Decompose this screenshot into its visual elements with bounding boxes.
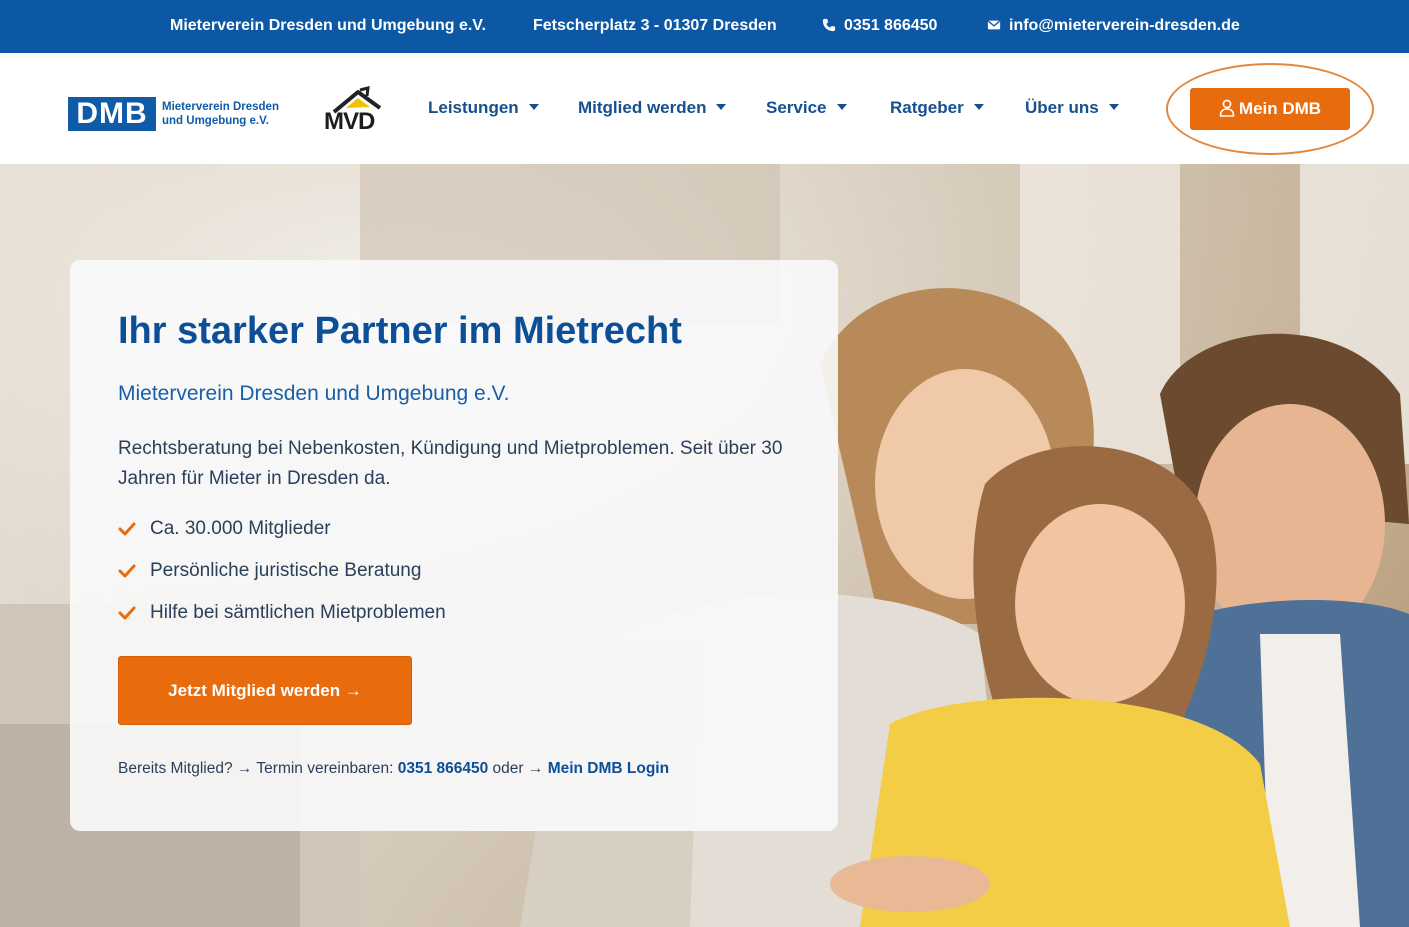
email-link[interactable]: info@mieterverein-dresden.de	[987, 17, 1240, 35]
user-icon	[1219, 99, 1235, 117]
envelope-icon	[987, 20, 1001, 30]
mvd-logo-text: MVD	[324, 108, 375, 135]
nav-ratgeber[interactable]: Ratgeber	[890, 98, 984, 118]
member-footer-prefix: Bereits Mitglied? → Termin vereinbaren:	[118, 760, 394, 777]
benefit-text: Ca. 30.000 Mitglieder	[150, 518, 331, 539]
hero-description: Rechtsberatung bei Nebenkosten, Kündigun…	[118, 438, 783, 489]
benefit-item: Persönliche juristische Beratung	[118, 560, 446, 602]
dmb-logo-line1: Mieterverein Dresden	[162, 101, 279, 113]
dmb-logo[interactable]: DMB Mieterverein Dresden und Umgebung e.…	[68, 95, 290, 135]
dmb-logo-line2: und Umgebung e.V.	[162, 115, 269, 127]
site-header: DMB Mieterverein Dresden und Umgebung e.…	[0, 53, 1409, 164]
nav-ueber-uns[interactable]: Über uns	[1025, 98, 1119, 118]
join-now-button[interactable]: Jetzt Mitglied werden →	[118, 656, 412, 725]
nav-label: Mitglied werden	[578, 98, 707, 117]
nav-leistungen[interactable]: Leistungen	[428, 98, 539, 118]
nav-mitglied-werden[interactable]: Mitglied werden	[578, 98, 727, 118]
caret-down-icon	[1108, 104, 1119, 110]
benefit-text: Hilfe bei sämtlichen Mietproblemen	[150, 602, 446, 623]
hero-section: Ihr starker Partner im Mietrecht Mieterv…	[0, 164, 1409, 927]
caret-down-icon	[528, 104, 539, 110]
hero-subtitle: Mieterverein Dresden und Umgebung e.V.	[118, 382, 510, 405]
benefit-item: Ca. 30.000 Mitglieder	[118, 518, 446, 560]
phone-link[interactable]: 0351 866450	[822, 17, 937, 35]
nav-label: Leistungen	[428, 98, 519, 117]
benefit-list: Ca. 30.000 Mitglieder Persönliche jurist…	[118, 518, 446, 644]
top-info-bar: Mieterverein Dresden und Umgebung e.V. F…	[0, 0, 1409, 53]
nav-service[interactable]: Service	[766, 98, 847, 118]
caret-down-icon	[716, 104, 727, 110]
nav-label: Ratgeber	[890, 98, 964, 117]
member-footer-middle: oder →	[492, 760, 544, 777]
checkmark-icon	[118, 606, 136, 620]
caret-down-icon	[973, 104, 984, 110]
mein-dmb-label: Mein DMB	[1238, 99, 1322, 118]
nav-label: Über uns	[1025, 98, 1099, 117]
mvd-logo[interactable]: MVD	[320, 86, 392, 135]
benefit-text: Persönliche juristische Beratung	[150, 560, 422, 581]
caret-down-icon	[836, 104, 847, 110]
member-footer-line: Bereits Mitglied? → Termin vereinbaren: …	[118, 760, 669, 778]
footer-phone-link[interactable]: 0351 866450	[398, 760, 489, 777]
mein-dmb-button[interactable]: Mein DMB	[1190, 88, 1350, 130]
hero-card: Ihr starker Partner im Mietrecht Mieterv…	[70, 260, 838, 831]
checkmark-icon	[118, 522, 136, 536]
nav-label: Service	[766, 98, 827, 117]
benefit-item: Hilfe bei sämtlichen Mietproblemen	[118, 602, 446, 644]
mein-dmb-login-link[interactable]: Mein DMB Login	[548, 760, 669, 777]
dmb-logo-text: Mieterverein Dresden und Umgebung e.V.	[162, 100, 279, 128]
dmb-logo-mark: DMB	[68, 97, 156, 131]
org-name: Mieterverein Dresden und Umgebung e.V.	[170, 17, 486, 34]
checkmark-icon	[118, 564, 136, 578]
hero-title: Ihr starker Partner im Mietrecht	[118, 310, 682, 352]
email-address: info@mieterverein-dresden.de	[1009, 17, 1240, 34]
phone-icon	[822, 18, 836, 32]
phone-number: 0351 866450	[844, 17, 938, 34]
address: Fetscherplatz 3 - 01307 Dresden	[533, 17, 777, 34]
